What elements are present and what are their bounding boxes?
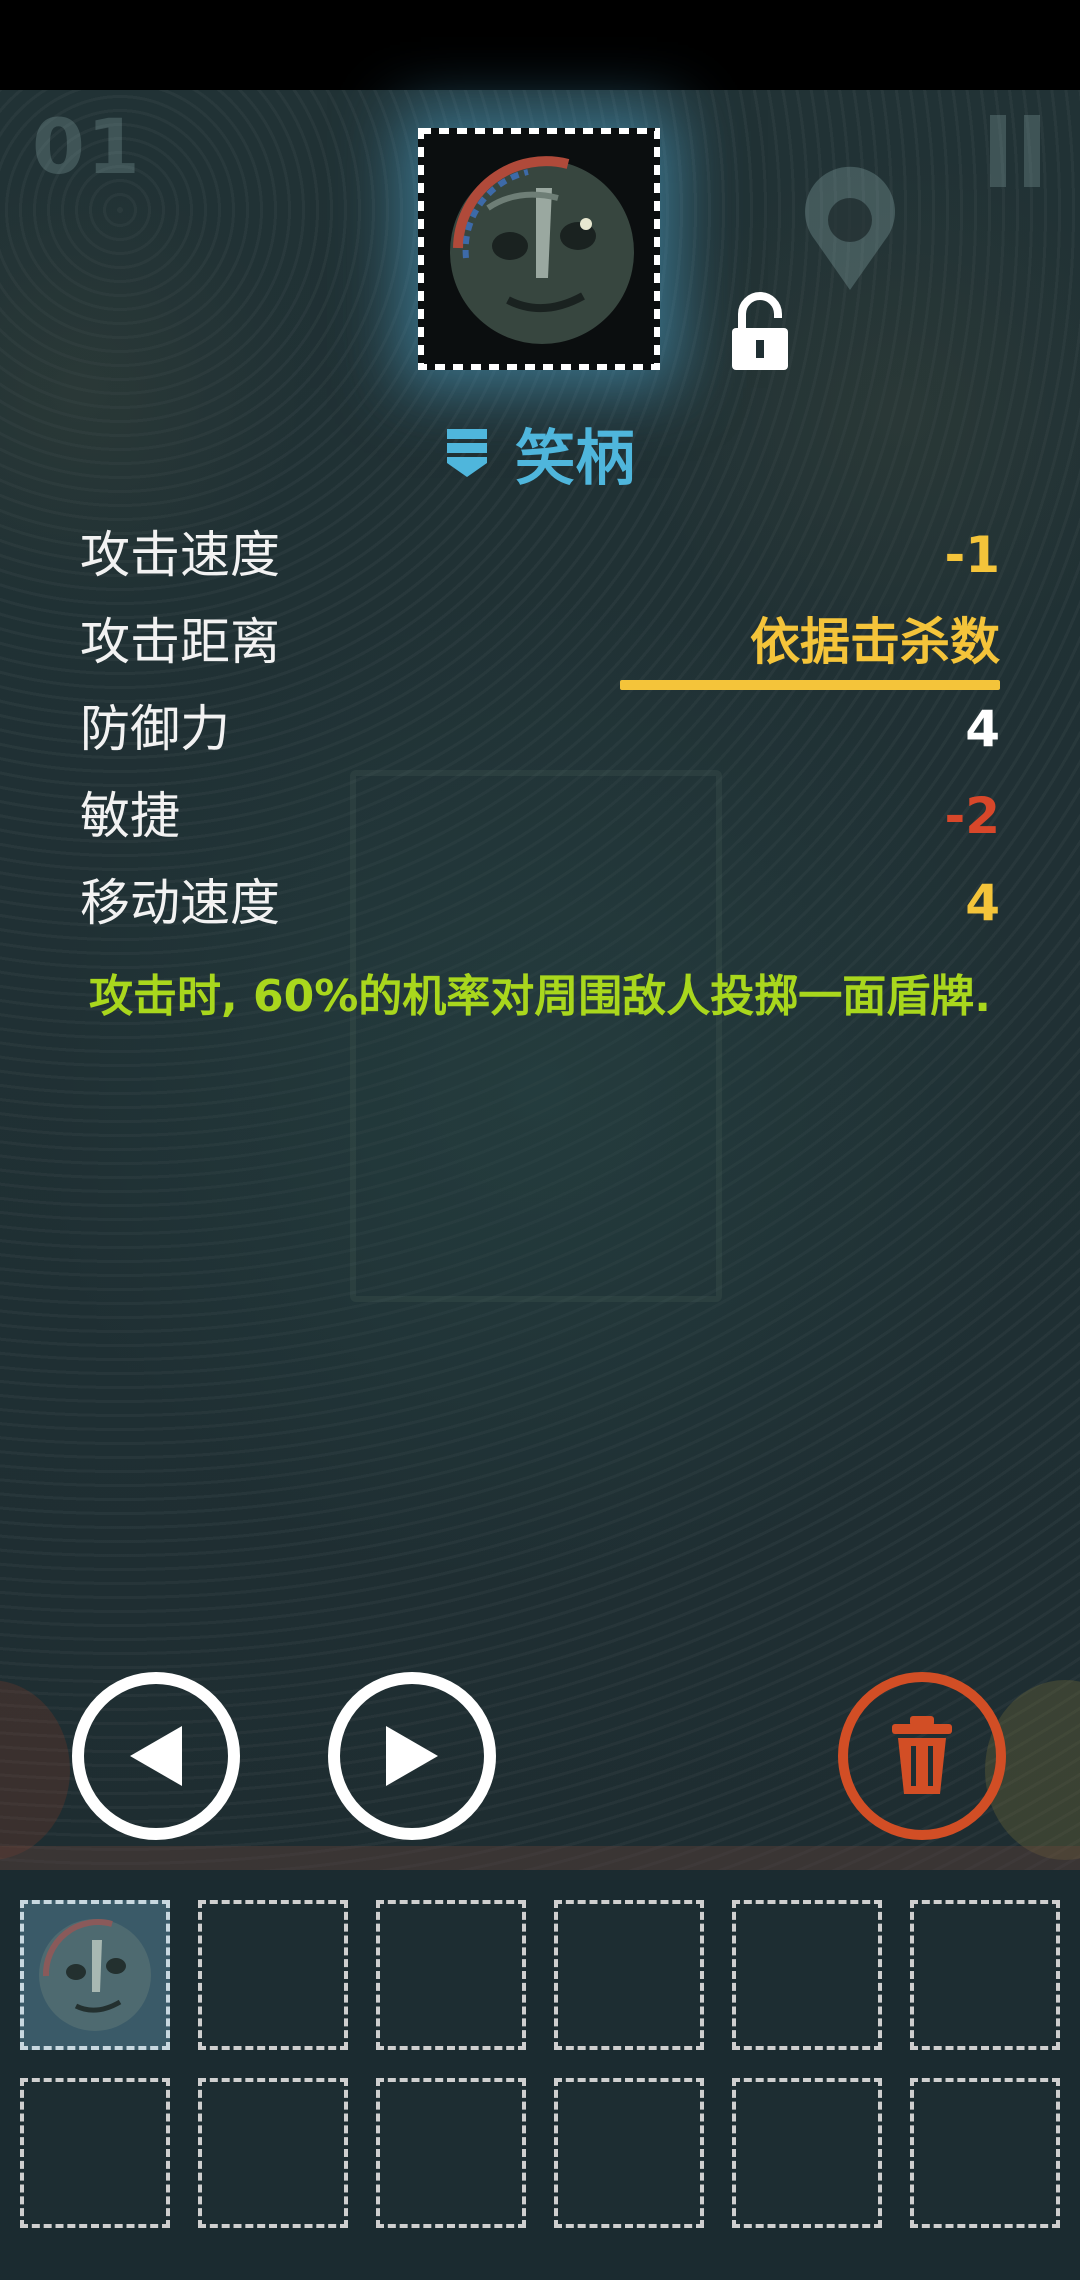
- inventory-slot-3[interactable]: [376, 1900, 526, 2050]
- game-screen: 01 笑柄 攻击速度 -1 攻击距离 依据击杀数 防御力 4 敏捷 -2 移动速…: [0, 0, 1080, 2280]
- item-title: 笑柄: [515, 423, 635, 494]
- rarity-badge-icon: [447, 429, 487, 477]
- stat-row-defense: 防御力 4: [80, 694, 1000, 764]
- inventory-slot-7[interactable]: [20, 2078, 170, 2228]
- stone-face-mask-icon: [418, 128, 660, 370]
- inventory-slot-1[interactable]: [20, 1900, 170, 2050]
- discard-item-button[interactable]: [838, 1672, 1006, 1840]
- inventory-slot-8[interactable]: [198, 2078, 348, 2228]
- inventory-divider: [0, 1846, 1080, 1870]
- inventory-slot-6[interactable]: [910, 1900, 1060, 2050]
- inventory-slot-9[interactable]: [376, 2078, 526, 2228]
- stat-row-attack-speed: 攻击速度 -1: [80, 520, 1000, 590]
- inventory-slot-4[interactable]: [554, 1900, 704, 2050]
- status-bar: [0, 0, 1080, 90]
- stat-label: 移动速度: [80, 874, 280, 932]
- stat-label: 攻击速度: [80, 526, 280, 584]
- triangle-left-icon: [130, 1726, 182, 1786]
- item-title-row: 笑柄: [0, 408, 1080, 498]
- item-effect-description: 攻击时, 60%的机率对周围敌人投掷一面盾牌.: [88, 971, 992, 1022]
- stat-row-attack-range: 攻击距离 依据击杀数: [80, 607, 1000, 677]
- trash-icon: [892, 1716, 952, 1794]
- stat-label: 攻击距离: [80, 613, 280, 671]
- inventory-slot-2[interactable]: [198, 1900, 348, 2050]
- inventory-slot-10[interactable]: [554, 2078, 704, 2228]
- unlocked-padlock-icon[interactable]: [728, 292, 792, 372]
- loot-bag-marker-icon: [805, 166, 895, 290]
- inventory-slot-5[interactable]: [732, 1900, 882, 2050]
- stat-value: 依据击杀数: [750, 613, 1000, 671]
- inventory-slot-12[interactable]: [910, 2078, 1060, 2228]
- stat-label: 防御力: [80, 700, 230, 758]
- stat-value: -1: [944, 526, 1000, 584]
- stat-row-agility: 敏捷 -2: [80, 781, 1000, 851]
- triangle-right-icon: [386, 1726, 438, 1786]
- attack-range-underline: [620, 680, 1000, 690]
- stat-value: 4: [965, 874, 1000, 932]
- pause-icon[interactable]: [990, 115, 1040, 187]
- stat-label: 敏捷: [80, 787, 180, 845]
- stat-value: -2: [944, 787, 1000, 845]
- previous-item-button[interactable]: [72, 1672, 240, 1840]
- stat-value: 4: [965, 700, 1000, 758]
- stone-face-mask-icon: [39, 1919, 151, 2031]
- inventory-slot-11[interactable]: [732, 2078, 882, 2228]
- next-item-button[interactable]: [328, 1672, 496, 1840]
- stat-row-move-speed: 移动速度 4: [80, 868, 1000, 938]
- level-counter: 01: [32, 102, 142, 191]
